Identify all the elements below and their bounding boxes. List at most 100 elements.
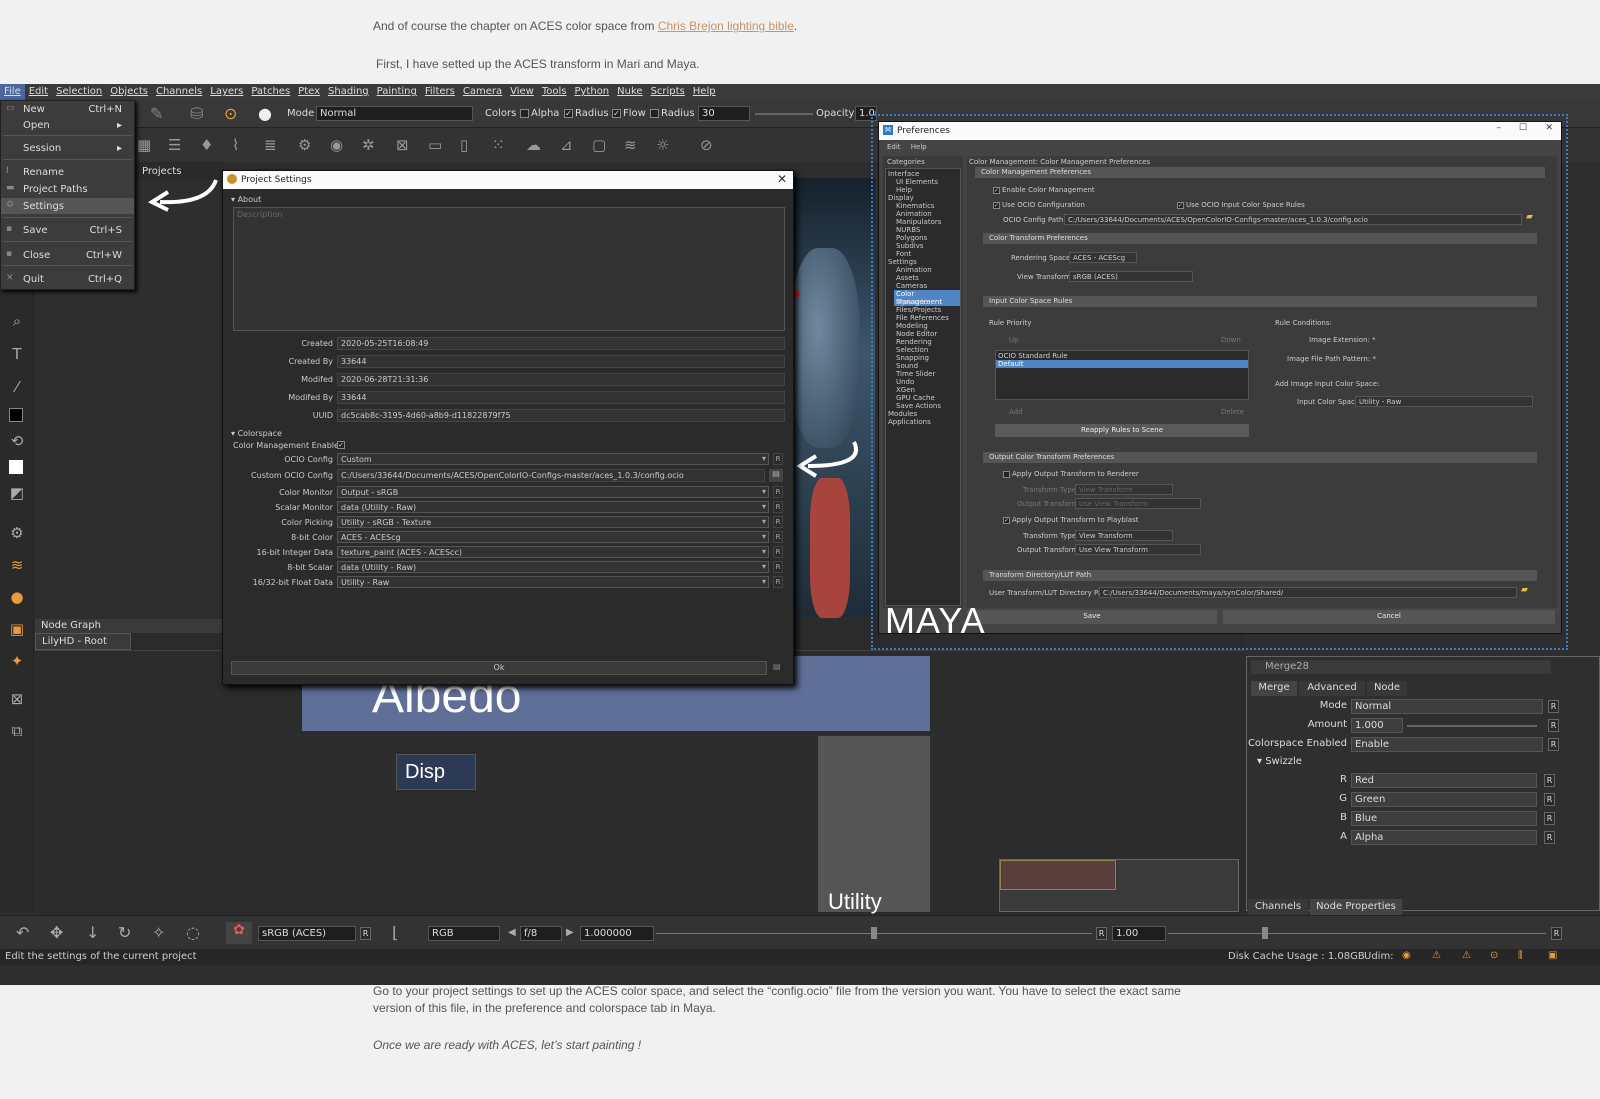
prefs-menu-edit[interactable]: Edit (887, 143, 901, 151)
cat-item[interactable]: Modeling (896, 322, 928, 330)
minimize-icon[interactable]: – (1497, 123, 1502, 133)
stamp-icon[interactable]: ⛁ (190, 104, 203, 123)
color-picking-reset[interactable]: R (773, 516, 783, 528)
cat-item[interactable]: XGen (896, 386, 915, 394)
menu-filters[interactable]: Filters (421, 84, 459, 100)
cat-item[interactable]: Rendering (896, 338, 932, 346)
eyedropper-icon[interactable]: ⁄ (8, 378, 26, 396)
tab-channels[interactable]: Channels (1248, 899, 1308, 915)
rule-item-ocio[interactable]: OCIO Standard Rule (998, 352, 1068, 360)
minimap-view-rect[interactable] (1000, 860, 1116, 890)
swap-colors-icon[interactable]: ⟲ (8, 432, 26, 450)
tab-merge[interactable]: Merge (1251, 681, 1297, 696)
section-cm[interactable]: Color Management Preferences (975, 167, 1545, 178)
bit8-scalar-select[interactable]: data (Utility - Raw) (337, 561, 769, 573)
cat-item[interactable]: Node Editor (896, 330, 937, 338)
status-sphere-icon[interactable]: ◉ (1402, 950, 1411, 961)
bit8-color-reset[interactable]: R (773, 531, 783, 543)
scalar-monitor-reset[interactable]: R (773, 501, 783, 513)
lasso-icon[interactable]: ◌ (186, 923, 200, 942)
menu-nuke[interactable]: Nuke (613, 84, 646, 100)
move-icon[interactable]: ✥ (50, 923, 63, 942)
gamma-reset-right[interactable]: R (1551, 927, 1562, 940)
tab-advanced[interactable]: Advanced (1299, 681, 1365, 696)
cat-item[interactable]: Cameras (896, 282, 927, 290)
menu-item-settings[interactable]: ⚙ Settings (1, 198, 134, 214)
arrow-down-icon[interactable]: ↓ (86, 923, 99, 942)
categories-list[interactable]: Interface UI Elements Help Display Kinem… (885, 168, 961, 606)
cat-item[interactable]: Undo (896, 378, 914, 386)
radius-input[interactable]: 30 (698, 106, 750, 121)
enable-cm-row[interactable]: ✓ Enable Color Management (993, 186, 1095, 194)
scalar-monitor-select[interactable]: data (Utility - Raw) (337, 501, 769, 513)
prefs-menu-help[interactable]: Help (911, 143, 927, 151)
color-monitor-select[interactable]: Output - sRGB (337, 486, 769, 498)
mode-prop-select[interactable]: Normal (1351, 699, 1543, 714)
fstop-prev-icon[interactable]: ◀ (508, 927, 516, 938)
export-icon[interactable]: ⊠ (8, 690, 26, 708)
ok-button[interactable]: Ok (231, 661, 767, 675)
network-icon[interactable]: ✲ (362, 136, 375, 154)
gamma-field[interactable]: 1.00 (1112, 926, 1166, 941)
a-channel-reset[interactable]: R (1544, 831, 1555, 844)
cat-item[interactable]: Assets (896, 274, 919, 282)
colorspace-enabled-select[interactable]: Enable (1351, 737, 1543, 752)
shapes-icon[interactable]: ◉ (330, 136, 343, 154)
rule-add-button[interactable]: Add (1009, 408, 1023, 416)
cat-item[interactable]: Help (896, 186, 912, 194)
view-transform-select[interactable]: sRGB (ACES) (1069, 271, 1193, 282)
frame-tool-icon[interactable]: ▣ (8, 620, 26, 638)
radius-slider[interactable] (755, 113, 813, 115)
status-alert-icon[interactable]: ⚠ (1462, 950, 1471, 961)
menu-tools[interactable]: Tools (538, 84, 571, 100)
cat-item[interactable]: NURBS (896, 226, 920, 234)
menu-item-session[interactable]: Session ▸ (1, 140, 134, 156)
rule-list[interactable]: OCIO Standard Rule Default (995, 350, 1249, 400)
default-colors-icon[interactable]: ◩ (8, 484, 26, 502)
tab-node[interactable]: Node (1367, 681, 1407, 696)
mode-select[interactable]: Normal (316, 106, 473, 121)
layers-icon[interactable]: ≣ (264, 136, 277, 154)
browse-file-icon[interactable]: ▤ (769, 469, 783, 482)
gamma-slider-handle[interactable] (1262, 927, 1268, 939)
section-icsr[interactable]: Input Color Space Rules (983, 296, 1537, 307)
bit1632-float-reset[interactable]: R (773, 576, 783, 588)
section-ct[interactable]: Color Transform Preferences (983, 233, 1537, 244)
cat-item[interactable]: Applications (888, 418, 931, 426)
about-section-toggle[interactable]: ▾ About (231, 195, 261, 204)
gear-tool-icon[interactable]: ⚙ (8, 524, 26, 542)
g-channel-reset[interactable]: R (1544, 793, 1555, 806)
cat-item[interactable]: Subdivs (896, 242, 924, 250)
a-channel-select[interactable]: Alpha (1351, 830, 1537, 845)
rotate-icon[interactable]: ↻ (118, 923, 131, 942)
r-channel-select[interactable]: Red (1351, 773, 1537, 788)
menu-item-open[interactable]: Open ▸ (1, 117, 134, 133)
menu-view[interactable]: View (506, 84, 538, 100)
uv-icon[interactable]: ⊠ (396, 136, 409, 154)
menu-item-save[interactable]: ▪ Save Ctrl+S (1, 222, 134, 238)
fstop-field[interactable]: f/8 (520, 926, 562, 941)
rendering-space-select[interactable]: ACES - ACEScg (1069, 252, 1137, 263)
cat-item[interactable]: UI Elements (896, 178, 938, 186)
sparkle-icon[interactable]: ✦ (8, 652, 26, 670)
adjust-icon[interactable]: ⚙ (298, 136, 311, 154)
menu-objects[interactable]: Objects (106, 84, 152, 100)
folder-browse-icon[interactable]: ▰ (1526, 212, 1533, 222)
cat-item[interactable]: Interface (888, 170, 919, 178)
color-monitor-reset[interactable]: R (773, 486, 783, 498)
menu-painting[interactable]: Painting (373, 84, 421, 100)
text-icon[interactable]: T (8, 345, 26, 363)
stack-icon[interactable]: ≋ (624, 136, 637, 154)
window-icon[interactable]: ⧉ (8, 722, 26, 740)
input-cs-select[interactable]: Utility - Raw (1355, 396, 1533, 407)
output-transform-select[interactable]: Use View Transform (1075, 544, 1201, 555)
gamma-reset-left[interactable]: R (1096, 927, 1107, 940)
brush-preset-icon[interactable]: ● (258, 104, 272, 123)
menu-item-project-paths[interactable]: ▬ Project Paths (1, 181, 134, 197)
frame-icon[interactable]: ▢ (592, 136, 606, 154)
use-ocio-row[interactable]: ✓ Use OCIO Configuration (993, 201, 1085, 209)
bit8-scalar-reset[interactable]: R (773, 561, 783, 573)
cm-enabled-checkbox[interactable]: ✓ (337, 441, 345, 449)
gamma-slider[interactable] (1168, 933, 1546, 934)
window-close-icon[interactable]: ✕ (1545, 123, 1553, 133)
